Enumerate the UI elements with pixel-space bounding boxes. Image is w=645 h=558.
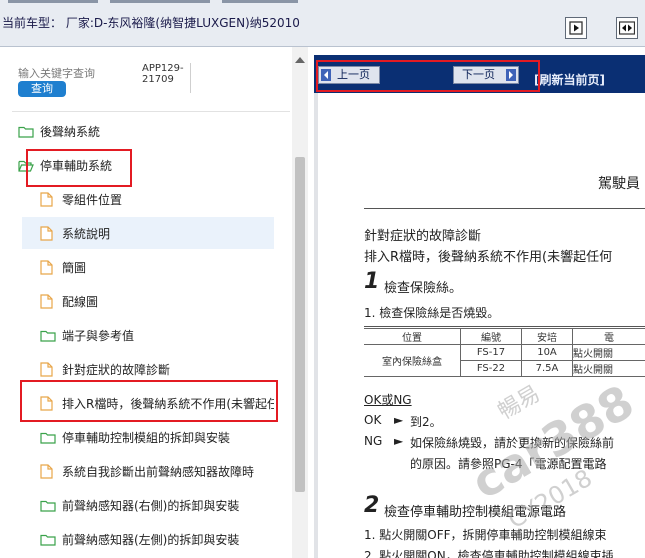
document-icon	[40, 259, 56, 275]
tree-item[interactable]: 零組件位置	[22, 183, 274, 215]
step-2-item-1: 1. 點火開關OFF，拆開停車輔助控制模組線束	[364, 528, 607, 542]
document-code: APP129-21709	[142, 63, 191, 93]
tree-item[interactable]: 停車輔助控制模組的拆卸與安裝	[22, 421, 274, 453]
fuse-table: 位置 編號 安培 電 室內保險絲盒 FS-17 10A 點火開關 FS-22 7…	[364, 328, 645, 377]
tree-item-label: 系統自我診斷出前聲納感知器故障時	[62, 464, 255, 479]
table-header-row: 位置 編號 安培 電	[364, 328, 645, 345]
left-panel: 查询 APP129-21709 後聲納系統停車輔助系統零組件位置系統說明簡圖配線…	[0, 47, 310, 558]
document-icon	[40, 361, 56, 377]
watermark-text-1: 暢易	[493, 381, 545, 425]
ng-arrow-icon: ►	[394, 434, 404, 448]
tree-item-label: 後聲納系統	[40, 124, 101, 139]
tree-item-label: 簡圖	[62, 260, 87, 275]
table-header: 安培	[521, 328, 573, 345]
folder-icon	[40, 498, 56, 512]
step-2-item-2: 2. 點火開關ON，檢查停車輔助控制模組線束插	[364, 549, 614, 558]
table-cell: FS-22	[460, 360, 522, 377]
collapse-both-icon	[619, 21, 635, 35]
table-cell: 10A	[521, 344, 573, 361]
tab-strip-3	[222, 0, 298, 3]
section-title: 針對症狀的故障診斷	[364, 229, 482, 244]
symptom-title: 排入R檔時，後聲納系統不作用(未響起任何	[364, 250, 613, 265]
ng-label: NG	[364, 434, 383, 448]
current-vehicle-label: 当前车型： 厂家:D-东风裕隆(纳智捷LUXGEN)纳52010	[2, 16, 300, 30]
tree-item-label: 前聲納感知器(右側)的拆卸與安裝	[62, 498, 240, 513]
tree-item[interactable]: 後聲納系統	[18, 115, 274, 147]
document-icon	[40, 463, 56, 479]
step-1-item: 1. 檢查保險絲是否燒毀。	[364, 306, 500, 320]
tree-item-label: 針對症狀的故障診斷	[62, 362, 171, 377]
tree-item-label: 系統說明	[62, 226, 111, 241]
tree-item[interactable]: 系統自我診斷出前聲納感知器故障時	[22, 455, 274, 487]
table-header: 電	[572, 328, 645, 345]
ng-text-1: 如保險絲燒毀，請於更換新的保險絲前	[410, 436, 615, 450]
tree-item[interactable]: 前聲納感知器(左側)的拆卸與安裝	[22, 523, 274, 555]
table-cell: 7.5A	[521, 360, 573, 377]
step-2-title: 檢查停車輔助控制模組電源電路	[384, 505, 567, 520]
expand-right-button[interactable]	[565, 17, 587, 39]
tree-item[interactable]: 簡圖	[22, 251, 274, 283]
tree-item-label: 端子與參考值	[62, 328, 135, 343]
header-rule	[364, 208, 645, 209]
folder-icon	[40, 328, 56, 342]
divider	[12, 111, 290, 112]
highlight-box-symptom	[20, 380, 278, 422]
panel-edge	[314, 93, 318, 558]
scroll-thumb[interactable]	[295, 157, 305, 492]
step-2-number: 2	[364, 493, 380, 518]
ok-label: OK	[364, 413, 382, 427]
table-cell: 點火開關	[572, 344, 645, 361]
document-icon	[40, 191, 56, 207]
left-scrollbar[interactable]	[292, 47, 308, 558]
tab-strip-1	[8, 0, 98, 3]
scroll-up-icon[interactable]	[295, 57, 305, 63]
step-1-title: 檢查保險絲。	[384, 281, 463, 296]
table-header: 編號	[460, 328, 522, 345]
search-area: 查询	[18, 65, 136, 97]
tree-item-label: 前聲納感知器(左側)的拆卸與安裝	[62, 532, 240, 547]
refresh-page-link[interactable]: [刷新当前页]	[534, 71, 605, 88]
tree-item-label: 停車輔助控制模組的拆卸與安裝	[62, 430, 231, 445]
highlight-box-nav	[316, 60, 540, 92]
tree-item[interactable]: 端子與參考值	[22, 319, 274, 351]
tree-item[interactable]: 配線圖	[22, 285, 274, 317]
table-cell: FS-17	[460, 344, 522, 361]
table-cell: 點火開關	[572, 360, 645, 377]
search-button[interactable]: 查询	[18, 81, 66, 97]
ok-ng-label: OK或NG	[364, 393, 412, 407]
document-icon	[40, 293, 56, 309]
tree-item[interactable]: 系統說明	[22, 217, 274, 249]
expand-right-icon	[569, 21, 583, 35]
folder-icon	[40, 532, 56, 546]
tree-item[interactable]: 前聲納感知器(右側)的拆卸與安裝	[22, 489, 274, 521]
folder-icon	[18, 124, 34, 138]
table-top-rule	[364, 326, 645, 327]
document-icon	[40, 225, 56, 241]
tree-item-label: 配線圖	[62, 294, 99, 309]
highlight-box-parking-assist	[26, 149, 132, 187]
ok-text: 到2。	[410, 415, 442, 429]
tab-strip-2	[110, 0, 210, 3]
top-bar: 当前车型： 厂家:D-东风裕隆(纳智捷LUXGEN)纳52010	[0, 0, 645, 47]
ng-text-2: 的原因。請參照PG-4「電源配置電路	[410, 457, 607, 471]
search-input[interactable]	[18, 65, 136, 81]
document-panel: 上一页 下一页 [刷新当前页] 駕駛員 針對症狀的故障診斷 排入R檔時，後聲納系…	[314, 55, 645, 558]
folder-icon	[40, 430, 56, 444]
watermark-text-3: CY2018	[503, 463, 597, 535]
table-row: 室內保險絲盒 FS-17 10A 點火開關	[364, 344, 645, 377]
table-header: 位置	[364, 328, 461, 345]
step-1-number: 1	[364, 269, 380, 294]
ok-arrow-icon: ►	[394, 413, 404, 427]
collapse-both-button[interactable]	[616, 17, 638, 39]
doc-header-title: 駕駛員	[598, 176, 640, 192]
tree-item-label: 零組件位置	[62, 192, 123, 207]
table-cell: 室內保險絲盒	[364, 344, 461, 377]
